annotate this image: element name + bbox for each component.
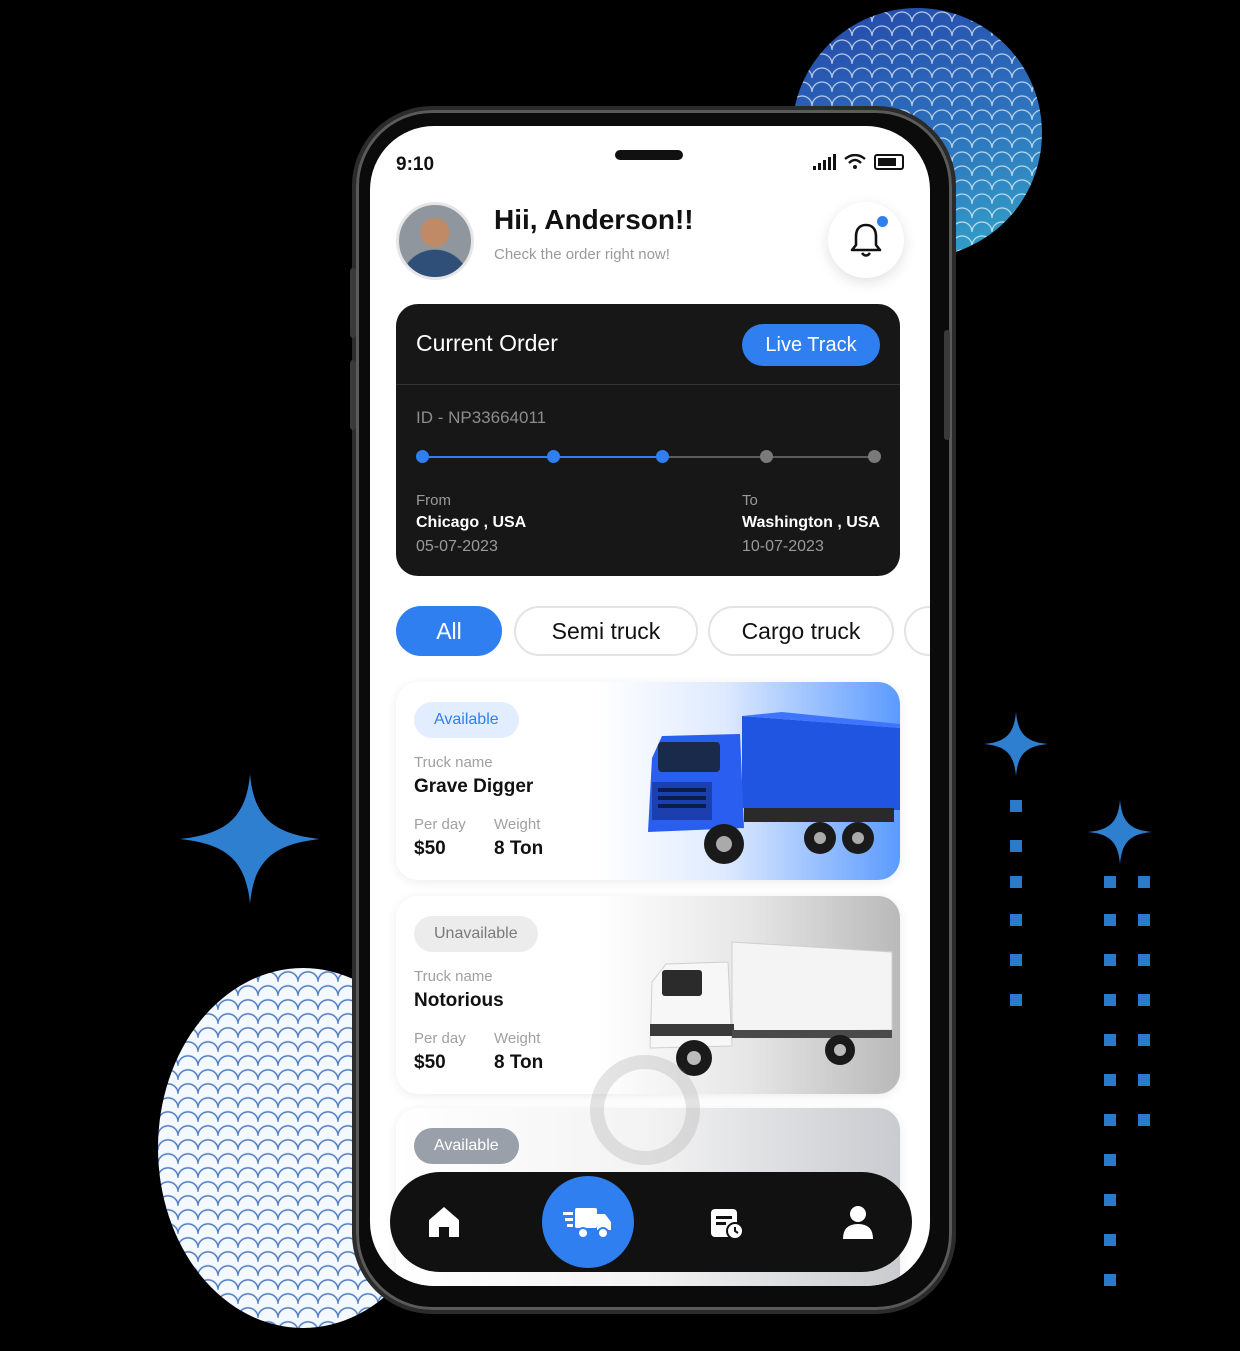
nav-delivery[interactable] — [542, 1176, 634, 1268]
order-progress-fill — [422, 456, 662, 458]
filter-chip-more[interactable] — [904, 606, 930, 656]
phone-side-button — [944, 330, 950, 440]
profile-icon — [843, 1206, 873, 1239]
per-day-label: Per day — [414, 816, 466, 833]
divider — [396, 384, 900, 385]
nav-schedule[interactable] — [700, 1196, 752, 1248]
bottom-navigation-bar — [390, 1172, 912, 1272]
progress-stop-dot — [547, 450, 561, 463]
order-progress-track — [416, 450, 881, 463]
filter-chip-semi-truck[interactable]: Semi truck — [514, 606, 698, 656]
per-day-label: Per day — [414, 1030, 466, 1047]
filter-chip-all[interactable]: All — [396, 606, 502, 656]
progress-stop-dot — [655, 450, 669, 463]
per-day-price: $50 — [414, 1052, 446, 1073]
greeting-subtitle: Check the order right now! — [494, 246, 670, 263]
per-day-price: $50 — [414, 838, 446, 859]
notification-button[interactable] — [828, 202, 904, 278]
live-track-button[interactable]: Live Track — [742, 324, 880, 366]
truck-card[interactable]: Available Truck name Grave Digger Per da… — [396, 682, 900, 880]
to-label: To — [742, 492, 758, 509]
weight-label: Weight — [494, 1030, 541, 1047]
truck-name: Grave Digger — [414, 776, 534, 797]
truck-name-label: Truck name — [414, 754, 493, 771]
home-icon — [429, 1207, 459, 1237]
sparkle-icon — [984, 712, 1048, 776]
notification-dot — [875, 214, 890, 229]
truck-delivery-icon — [563, 1208, 611, 1239]
progress-stop-dot — [759, 450, 773, 463]
weight-value: 8 Ton — [494, 1052, 544, 1073]
status-time: 9:10 — [396, 154, 435, 175]
truck-name: Notorious — [414, 990, 504, 1011]
status-badge: Available — [414, 1128, 519, 1164]
progress-stop-dot — [868, 450, 881, 463]
greeting-title: Hii, Anderson!! — [494, 204, 694, 235]
from-city: Chicago , USA — [416, 514, 527, 531]
avatar[interactable] — [396, 202, 474, 280]
phone-side-button — [350, 268, 356, 338]
blue-truck-image — [648, 712, 900, 864]
status-badge: Available — [414, 702, 519, 738]
order-id: ID - NP33664011 — [416, 408, 547, 427]
to-city: Washington , USA — [742, 514, 881, 531]
phone-notch — [615, 150, 683, 160]
status-badge: Unavailable — [414, 916, 538, 952]
weight-value: 8 Ton — [494, 838, 544, 859]
from-date: 05-07-2023 — [416, 538, 498, 555]
current-order-card: Current Order Live Track ID - NP33664011… — [396, 304, 900, 576]
battery-icon — [874, 154, 904, 170]
wifi-icon — [844, 154, 866, 169]
white-truck-image — [649, 941, 893, 1076]
sparkle-icon — [180, 774, 320, 904]
nav-home[interactable] — [418, 1196, 470, 1248]
to-date: 10-07-2023 — [742, 538, 824, 555]
phone-side-button — [350, 360, 356, 430]
truck-filter-chips: All Semi truck Cargo truck — [396, 606, 930, 658]
from-label: From — [416, 492, 451, 509]
watermark-logo — [590, 1055, 700, 1165]
progress-stop-dot — [416, 450, 429, 463]
signal-icon — [813, 154, 836, 170]
status-icons — [813, 154, 904, 170]
current-order-title: Current Order — [416, 330, 558, 356]
truck-name-label: Truck name — [414, 968, 493, 985]
weight-label: Weight — [494, 816, 541, 833]
filter-chip-cargo-truck[interactable]: Cargo truck — [708, 606, 894, 656]
nav-profile[interactable] — [832, 1196, 884, 1248]
greeting-header: Hii, Anderson!! Check the order right no… — [396, 202, 904, 282]
sparkle-icon — [1088, 800, 1152, 864]
schedule-icon — [711, 1209, 744, 1240]
